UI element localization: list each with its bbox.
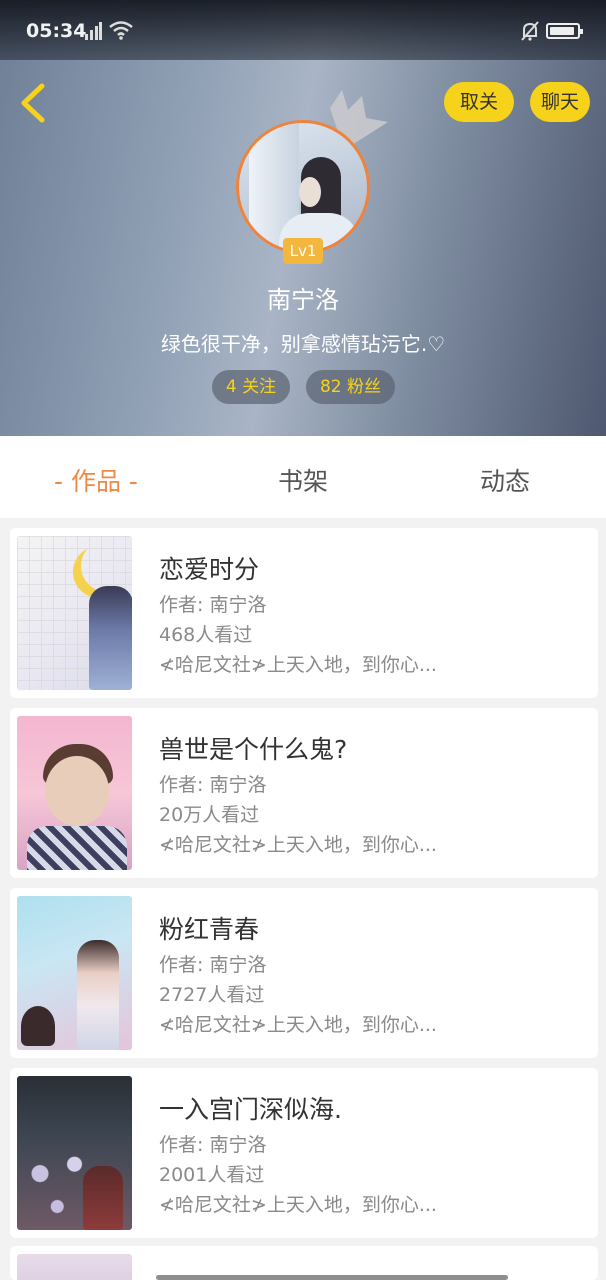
status-time: 05:34	[26, 20, 87, 42]
book-cover	[17, 1076, 132, 1230]
work-author: 作者: 南宁洛	[159, 954, 267, 976]
work-card[interactable]: 恋爱时分 作者: 南宁洛 468人看过 ≮哈尼文社≯上天入地，到你心...	[10, 528, 598, 698]
chat-button[interactable]: 聊天	[530, 82, 590, 122]
work-card[interactable]: 一入宫门深似海. 作者: 南宁洛 2001人看过 ≮哈尼文社≯上天入地，到你心.…	[10, 1068, 598, 1238]
avatar[interactable]	[236, 120, 370, 254]
battery-icon	[546, 23, 583, 39]
work-description: ≮哈尼文社≯上天入地，到你心...	[159, 1014, 437, 1036]
book-cover	[17, 716, 132, 870]
work-title: 粉红青春	[159, 915, 260, 944]
work-description: ≮哈尼文社≯上天入地，到你心...	[159, 654, 437, 676]
book-cover	[17, 1254, 132, 1280]
book-cover	[17, 536, 132, 690]
tab-bar: - 作品 - 书架 动态	[0, 436, 606, 518]
tab-works[interactable]: - 作品 -	[54, 462, 138, 498]
work-views: 20万人看过	[159, 804, 260, 826]
work-title: 兽世是个什么鬼?	[159, 735, 348, 764]
work-card[interactable]: 粉红青春 作者: 南宁洛 2727人看过 ≮哈尼文社≯上天入地，到你心...	[10, 888, 598, 1058]
work-views: 2727人看过	[159, 984, 265, 1006]
work-author: 作者: 南宁洛	[159, 774, 267, 796]
tab-bookshelf[interactable]: 书架	[278, 462, 328, 498]
profile-header: 05:34 取关 聊天 Lv1 南宁洛 绿色很干净，别拿感情玷污它.♡ 4 关注…	[0, 0, 606, 436]
status-bar: 05:34	[0, 0, 606, 60]
scroll-indicator[interactable]	[156, 1275, 508, 1280]
level-badge: Lv1	[283, 238, 323, 264]
username: 南宁洛	[267, 286, 339, 314]
tab-moments[interactable]: 动态	[480, 462, 530, 498]
work-description: ≮哈尼文社≯上天入地，到你心...	[159, 1194, 437, 1216]
back-button[interactable]	[16, 82, 52, 124]
work-card[interactable]: 兽世是个什么鬼? 作者: 南宁洛 20万人看过 ≮哈尼文社≯上天入地，到你心..…	[10, 708, 598, 878]
wifi-icon	[109, 21, 133, 40]
work-views: 468人看过	[159, 624, 253, 646]
unfollow-button[interactable]: 取关	[444, 82, 514, 122]
work-views: 2001人看过	[159, 1164, 265, 1186]
work-title: 一入宫门深似海.	[159, 1095, 342, 1124]
work-description: ≮哈尼文社≯上天入地，到你心...	[159, 834, 437, 856]
signal-icon	[85, 22, 102, 40]
work-author: 作者: 南宁洛	[159, 1134, 267, 1156]
mute-bell-icon	[521, 21, 539, 41]
following-count[interactable]: 4 关注	[212, 370, 290, 404]
work-author: 作者: 南宁洛	[159, 594, 267, 616]
work-title: 恋爱时分	[159, 555, 260, 584]
book-cover	[17, 896, 132, 1050]
followers-count[interactable]: 82 粉丝	[306, 370, 395, 404]
signature: 绿色很干净，别拿感情玷污它.♡	[160, 332, 446, 356]
